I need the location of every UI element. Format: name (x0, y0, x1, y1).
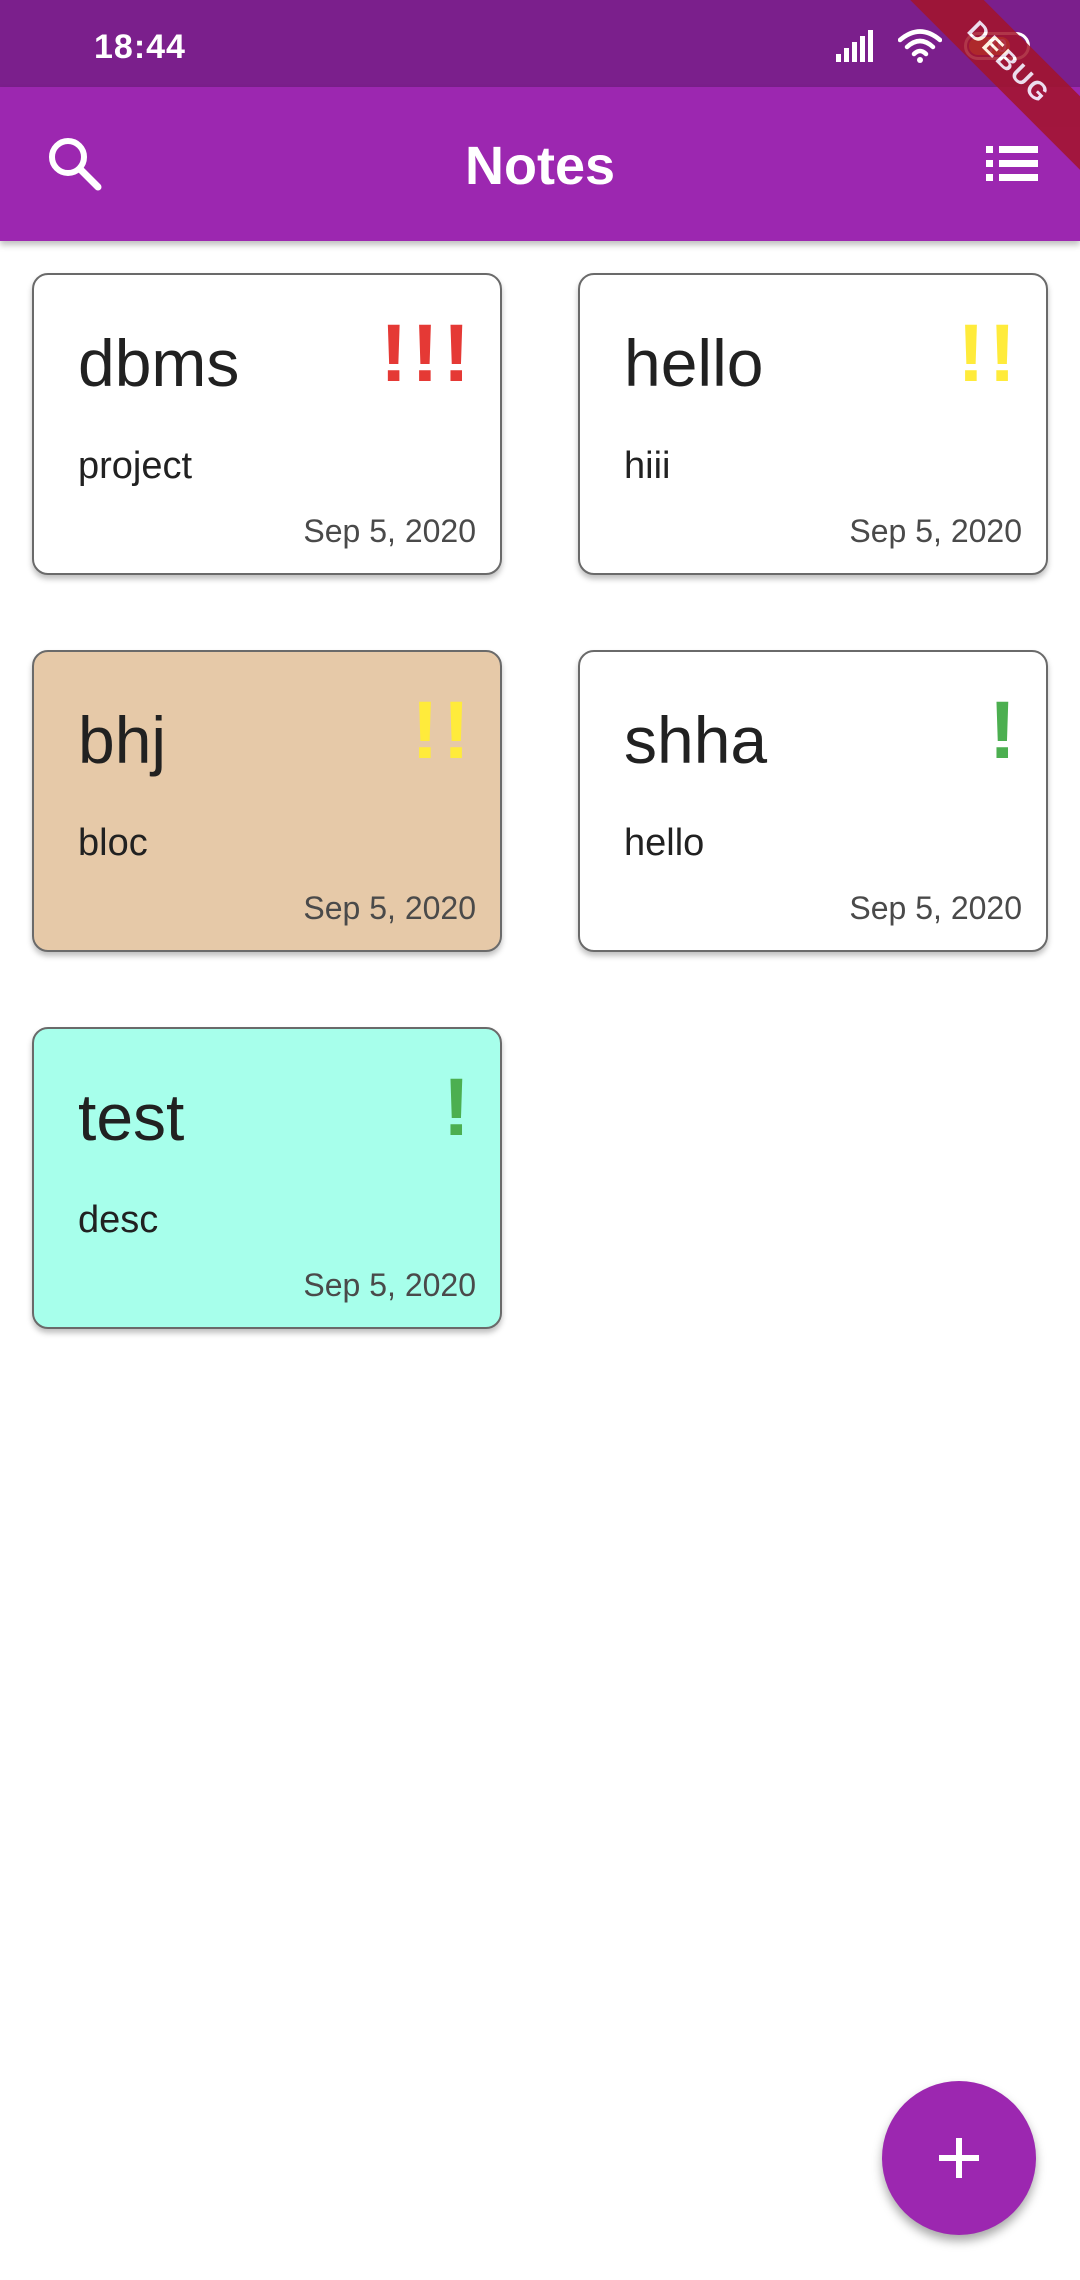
note-date: Sep 5, 2020 (849, 890, 1022, 926)
view-toggle-button[interactable] (982, 137, 1042, 191)
priority-indicator: ! (442, 1062, 474, 1153)
note-title: dbms (78, 326, 240, 400)
note-description: hello (624, 822, 705, 864)
note-title: hello (624, 326, 764, 400)
note-date: Sep 5, 2020 (303, 513, 476, 549)
signal-icon (836, 30, 873, 62)
status-bar: 18:44 70 (0, 0, 1080, 87)
note-card[interactable]: test ! desc Sep 5, 2020 (32, 1027, 502, 1329)
note-card[interactable]: shha ! hello Sep 5, 2020 (578, 650, 1048, 952)
note-title: shha (624, 703, 768, 777)
priority-indicator: ! (988, 685, 1020, 776)
note-card[interactable]: bhj !! bloc Sep 5, 2020 (32, 650, 502, 952)
notes-grid: dbms !!! project Sep 5, 2020 hello !! hi… (32, 273, 1048, 1329)
note-date: Sep 5, 2020 (303, 890, 476, 926)
note-description: hiii (624, 445, 671, 487)
priority-indicator: !! (957, 308, 1020, 399)
priority-indicator: !! (411, 685, 474, 776)
note-card[interactable]: hello !! hiii Sep 5, 2020 (578, 273, 1048, 575)
note-date: Sep 5, 2020 (303, 1267, 476, 1303)
note-title: bhj (78, 703, 167, 777)
status-time: 18:44 (94, 28, 186, 66)
note-date: Sep 5, 2020 (849, 513, 1022, 549)
add-icon (939, 2138, 979, 2178)
note-card[interactable]: dbms !!! project Sep 5, 2020 (32, 273, 502, 575)
note-description: project (78, 445, 193, 487)
add-note-button[interactable] (882, 2081, 1036, 2235)
app-bar: Notes (0, 87, 1080, 241)
priority-indicator: !!! (380, 308, 474, 399)
list-view-icon (986, 146, 1038, 181)
note-title: test (78, 1080, 185, 1154)
note-description: desc (78, 1199, 159, 1241)
note-description: bloc (78, 822, 148, 864)
wifi-icon (898, 29, 942, 63)
page-title: Notes (464, 136, 616, 196)
